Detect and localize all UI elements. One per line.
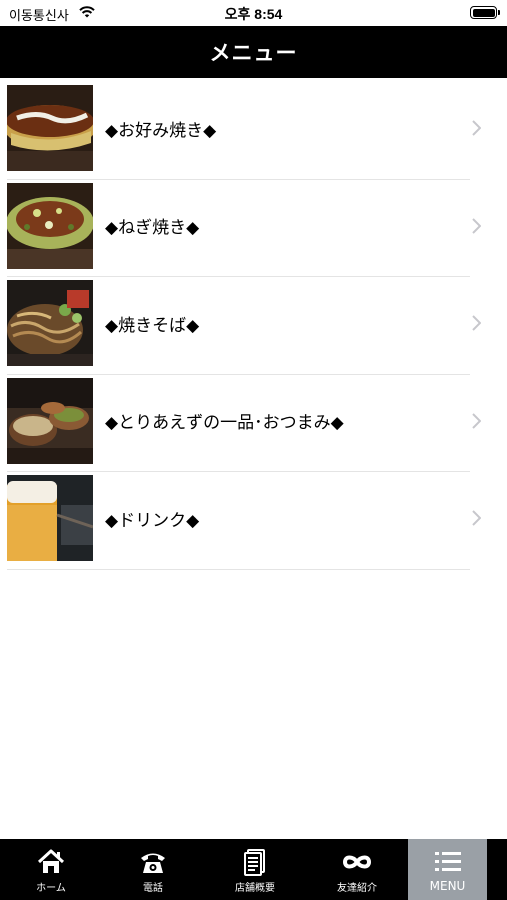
menu-item-label: ◆ねぎ焼き◆ (105, 218, 200, 238)
chevron-right-icon (472, 217, 481, 234)
tab-friend-referral[interactable]: 友達紹介 (306, 839, 408, 900)
phone-icon (141, 853, 165, 873)
menu-item-drink[interactable]: ◆ドリンク◆ (0, 472, 507, 570)
negiyaki-thumbnail (7, 182, 93, 269)
side-dishes-thumbnail (7, 377, 93, 464)
okonomiyaki-thumbnail (7, 85, 93, 171)
tab-label: 電話 (143, 883, 163, 894)
tab-store-info[interactable]: 店舗概要 (204, 839, 306, 900)
tab-label: MENU (429, 879, 466, 893)
navigation-bar: メニュー (0, 26, 507, 78)
chevron-right-icon (472, 120, 481, 136)
tab-label: 友達紹介 (337, 883, 377, 894)
status-time: 오후 8:54 (224, 6, 283, 22)
menu-item-side-dishes[interactable]: ◆とりあえずの一品･おつまみ◆ (0, 375, 507, 473)
tab-label: ホーム (36, 883, 66, 894)
status-bar: 이동통신사 오후 8:54 (0, 0, 507, 26)
menu-list: ◆お好み焼き◆ ◆ねぎ焼き◆ ◆焼きそば◆ ◆とりあえずの一品･おつまみ◆ ◆ド… (0, 82, 507, 570)
tab-bar: ホーム 電話 店舗概要 友達紹介 MENU (0, 839, 507, 900)
menu-item-label: ◆とりあえずの一品･おつまみ◆ (105, 413, 344, 433)
chevron-right-icon (472, 412, 481, 429)
menu-item-okonomiyaki[interactable]: ◆お好み焼き◆ (0, 82, 507, 180)
menu-item-yakisoba[interactable]: ◆焼きそば◆ (0, 277, 507, 375)
list-icon (434, 852, 461, 871)
tab-menu[interactable]: MENU (408, 839, 487, 900)
menu-item-label: ◆お好み焼き◆ (105, 120, 217, 141)
menu-item-label: ◆ドリンク◆ (105, 510, 200, 531)
infinity-icon (342, 855, 372, 869)
document-icon (244, 849, 265, 876)
home-icon (37, 849, 65, 873)
chevron-right-icon (472, 510, 481, 526)
menu-item-negiyaki[interactable]: ◆ねぎ焼き◆ (0, 180, 507, 278)
page-title: メニュー (209, 41, 298, 65)
tab-label: 店舗概要 (235, 883, 275, 894)
tab-home[interactable]: ホーム (0, 839, 102, 900)
tab-phone[interactable]: 電話 (102, 839, 204, 900)
yakisoba-thumbnail (7, 280, 93, 366)
battery-icon (470, 6, 500, 19)
menu-item-label: ◆焼きそば◆ (105, 315, 200, 336)
chevron-right-icon (472, 315, 481, 331)
beer-thumbnail (7, 475, 93, 561)
